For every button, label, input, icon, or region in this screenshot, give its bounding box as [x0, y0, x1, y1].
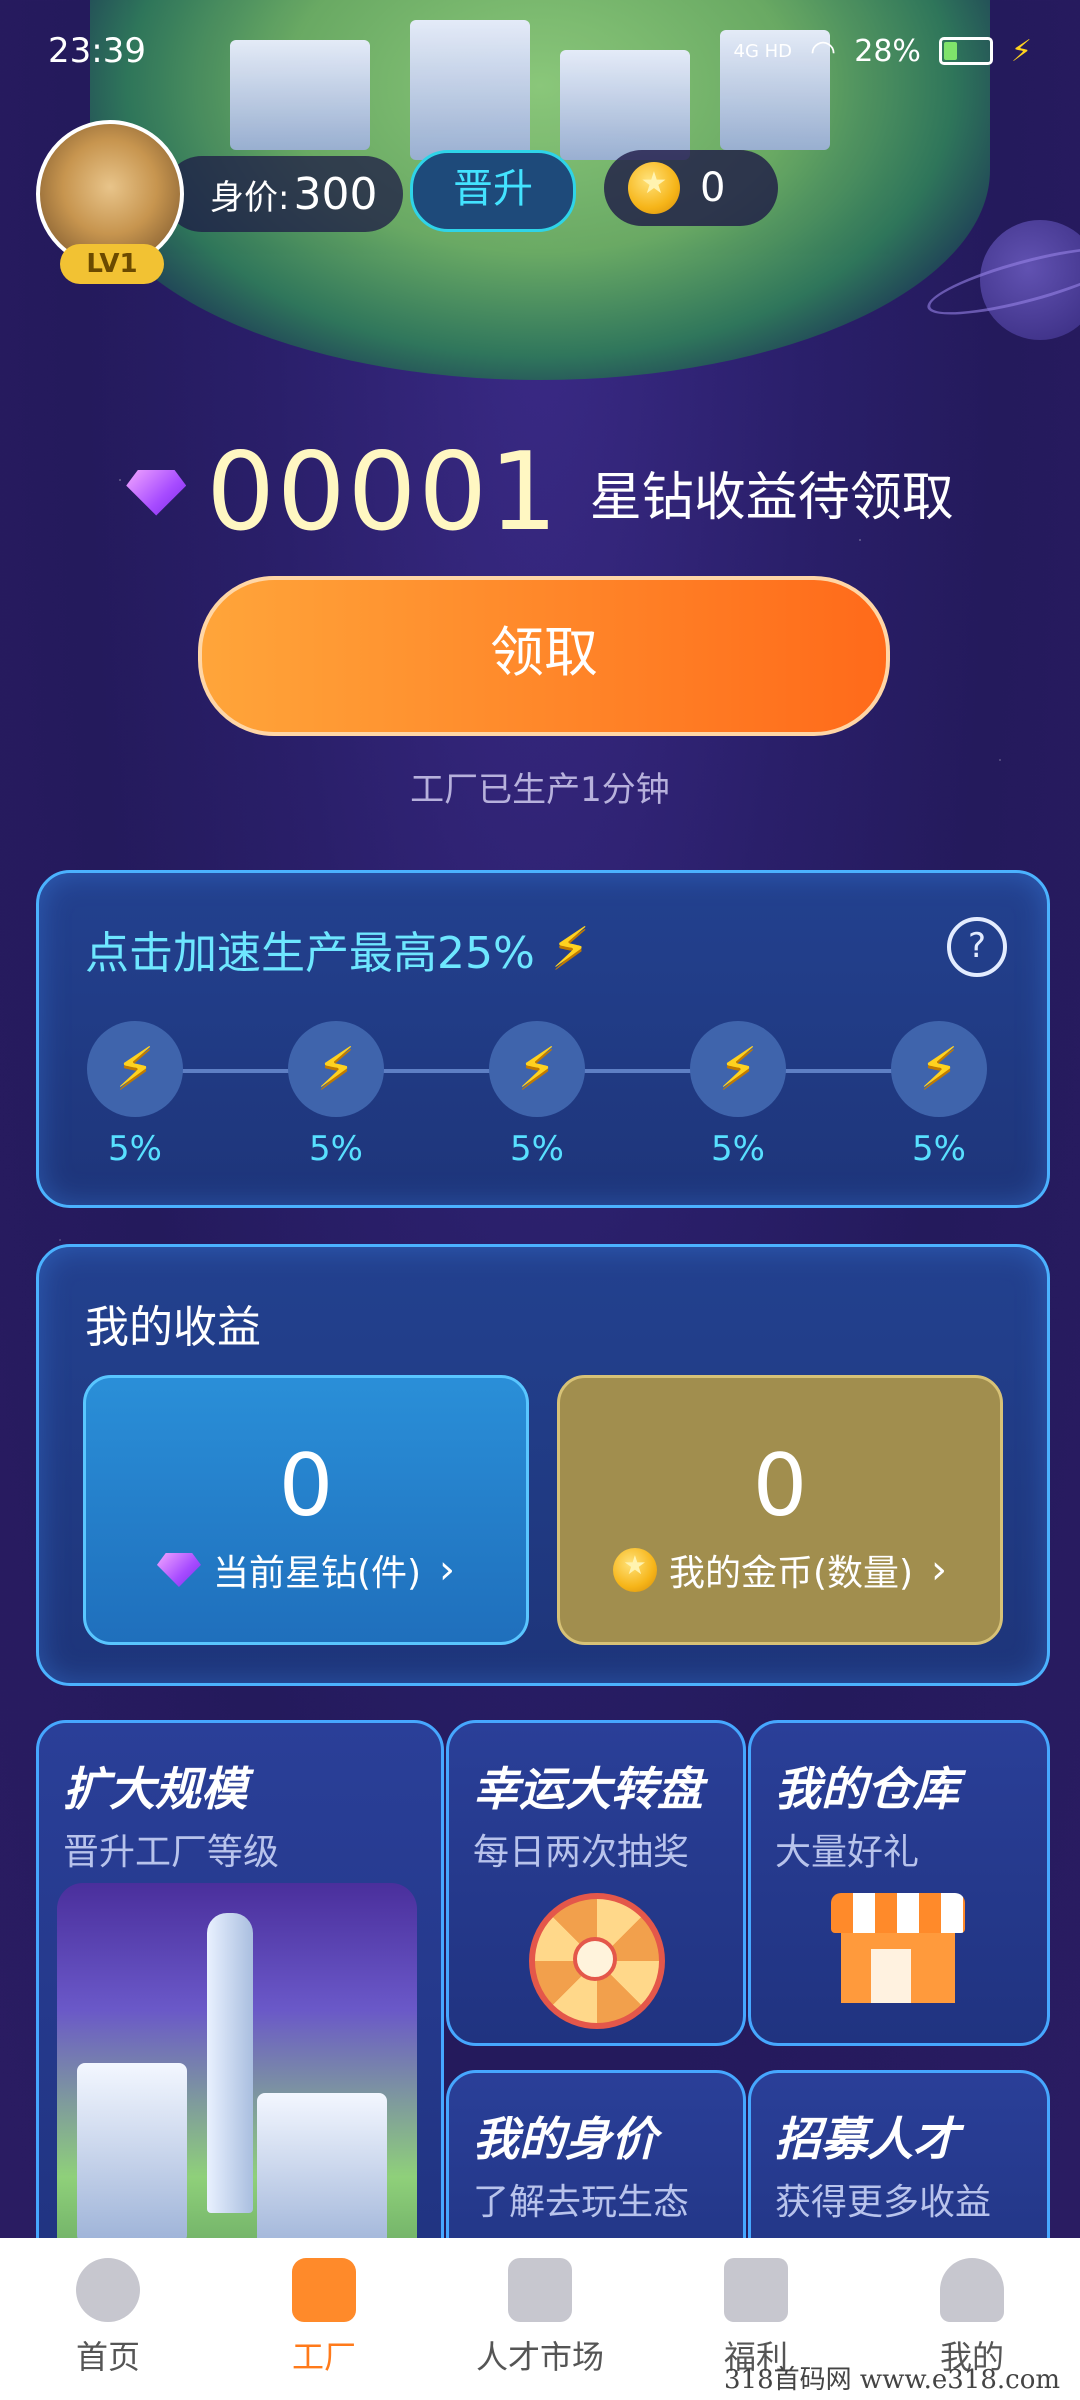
- coins-balance-label: 我的金币(数量) ›: [560, 1544, 1000, 1596]
- boost-item[interactable]: ⚡ 5%: [85, 1021, 185, 1169]
- tile-lucky-wheel[interactable]: 幸运大转盘 每日两次抽奖: [446, 1720, 746, 2046]
- nav-item-home[interactable]: 首页: [8, 2258, 208, 2378]
- nav-item-talent-market[interactable]: 人才市场: [440, 2258, 640, 2378]
- boost-item[interactable]: ⚡ 5%: [889, 1021, 989, 1169]
- worth-value: 300: [293, 168, 378, 220]
- coins-balance-value: 0: [752, 1436, 808, 1536]
- coin-count: 0: [700, 165, 726, 211]
- chevron-right-icon: ›: [439, 1547, 456, 1593]
- coin-icon: [628, 162, 680, 214]
- worth-label: 身价:: [210, 177, 290, 218]
- market-icon: [508, 2258, 572, 2322]
- avatar[interactable]: LV1: [36, 120, 184, 284]
- nav-label: 人才市场: [475, 2338, 604, 2376]
- boost-percent: 5%: [510, 1129, 564, 1169]
- tile-title: 招募人才: [775, 2112, 959, 2166]
- boost-percent: 5%: [912, 1129, 966, 1169]
- boost-lightning-icon[interactable]: ⚡: [690, 1021, 786, 1117]
- boost-percent: 5%: [108, 1129, 162, 1169]
- tile-subtitle: 晋升工厂等级: [63, 1832, 280, 1873]
- diamonds-balance-label: 当前星钻(件) ›: [86, 1544, 526, 1596]
- income-title: 我的收益: [85, 1302, 261, 1353]
- coins-balance-box[interactable]: 0 我的金币(数量) ›: [557, 1375, 1003, 1645]
- battery-percent: 28%: [854, 33, 921, 69]
- status-time: 23:39: [48, 31, 146, 71]
- chevron-right-icon: ›: [931, 1547, 948, 1593]
- diamond-icon: [126, 469, 187, 516]
- profile-bar: LV1 身价: 300: [36, 120, 404, 284]
- user-icon: [940, 2258, 1004, 2322]
- tile-subtitle: 了解去玩生态: [473, 2182, 690, 2223]
- tile-title: 幸运大转盘: [473, 1762, 703, 1816]
- income-card: 我的收益 0 当前星钻(件) › 0 我的金币(数量) ›: [36, 1244, 1050, 1686]
- diamond-count: 00001: [206, 430, 560, 555]
- boost-lightning-icon[interactable]: ⚡: [891, 1021, 987, 1117]
- nav-item-factory[interactable]: 工厂: [224, 2258, 424, 2378]
- wheel-icon: [529, 1893, 665, 2029]
- network-indicator: 4G HD: [733, 40, 793, 62]
- boost-title: 点击加速生产最高25% ⚡: [85, 917, 590, 981]
- coin-balance[interactable]: 0: [604, 150, 778, 226]
- promote-button[interactable]: 晋升: [410, 150, 576, 232]
- tile-title: 我的仓库: [775, 1762, 959, 1816]
- boost-item[interactable]: ⚡ 5%: [487, 1021, 587, 1169]
- worth-pill: 身价: 300: [164, 156, 404, 232]
- planet-icon: [76, 2258, 140, 2322]
- diamond-icon: [156, 1553, 201, 1587]
- lightning-icon: ⚡: [550, 916, 591, 981]
- coin-icon: [612, 1548, 657, 1592]
- charging-icon: ⚡: [1010, 33, 1032, 69]
- tile-title: 扩大规模: [63, 1762, 247, 1816]
- help-icon[interactable]: ?: [947, 917, 1007, 977]
- wifi-icon: ◠: [810, 33, 837, 69]
- boost-item[interactable]: ⚡ 5%: [688, 1021, 788, 1169]
- diamonds-label-text: 当前星钻(件): [212, 1553, 422, 1594]
- diamonds-balance-box[interactable]: 0 当前星钻(件) ›: [83, 1375, 529, 1645]
- boost-item[interactable]: ⚡ 5%: [286, 1021, 386, 1169]
- store-icon: [831, 1893, 965, 2013]
- boost-lightning-icon[interactable]: ⚡: [87, 1021, 183, 1117]
- home-icon: [292, 2258, 356, 2322]
- boost-card: 点击加速生产最高25% ⚡ ? ⚡ 5% ⚡ 5% ⚡ 5% ⚡ 5% ⚡ 5%: [36, 870, 1050, 1208]
- boost-lightning-icon[interactable]: ⚡: [288, 1021, 384, 1117]
- production-time-text: 工厂已生产1分钟: [410, 770, 670, 810]
- boost-percent: 5%: [309, 1129, 363, 1169]
- pending-text: 星钻收益待领取: [589, 468, 954, 528]
- tile-warehouse[interactable]: 我的仓库 大量好礼: [748, 1720, 1050, 2046]
- status-bar: 23:39 4G HD ◠ 28% ⚡: [48, 26, 1032, 76]
- watermark: 318首码网 www.e318.com: [724, 2365, 1060, 2395]
- diamonds-balance-value: 0: [278, 1436, 334, 1536]
- factory-city-image: [57, 1883, 417, 2283]
- boost-lightning-icon[interactable]: ⚡: [489, 1021, 585, 1117]
- tile-expand-scale[interactable]: 扩大规模 晋升工厂等级: [36, 1720, 444, 2286]
- gift-icon: [724, 2258, 788, 2322]
- tile-subtitle: 大量好礼: [775, 1832, 920, 1873]
- pending-diamonds: 00001 星钻收益待领取: [0, 430, 1080, 555]
- boost-row: ⚡ 5% ⚡ 5% ⚡ 5% ⚡ 5% ⚡ 5%: [85, 1021, 1001, 1171]
- tile-title: 我的身价: [473, 2112, 657, 2166]
- battery-icon: [938, 37, 993, 65]
- tile-subtitle: 每日两次抽奖: [473, 1832, 690, 1873]
- claim-button[interactable]: 领取: [198, 576, 890, 736]
- nav-label: 首页: [75, 2338, 140, 2376]
- coins-label-text: 我的金币(数量): [668, 1553, 914, 1594]
- boost-percent: 5%: [711, 1129, 765, 1169]
- level-badge: LV1: [60, 244, 164, 284]
- boost-title-text: 点击加速生产最高25%: [85, 928, 535, 979]
- tile-subtitle: 获得更多收益: [775, 2182, 992, 2223]
- nav-label: 工厂: [291, 2338, 356, 2376]
